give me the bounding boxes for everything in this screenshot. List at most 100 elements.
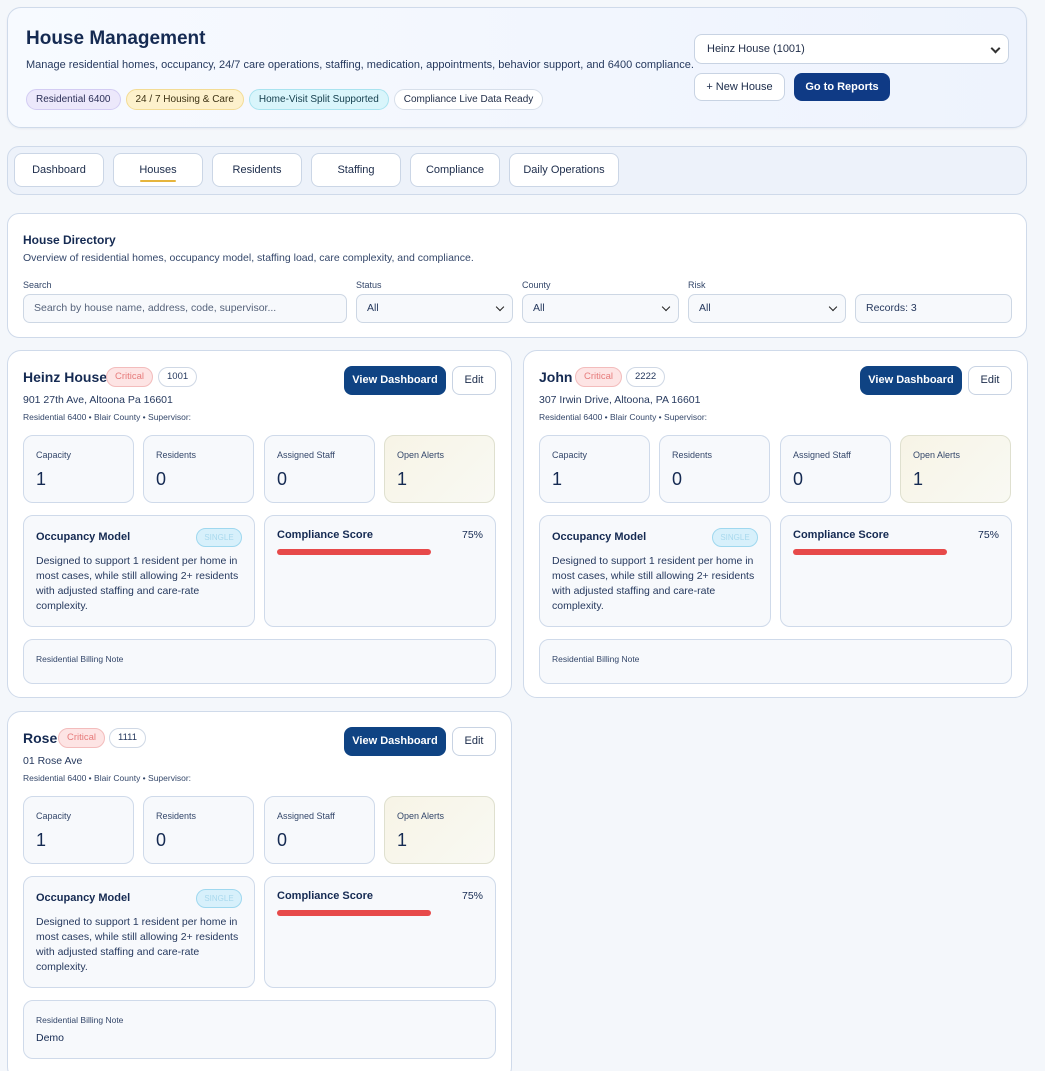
compliance-title: Compliance Score	[277, 529, 373, 541]
stat-value: 0	[793, 469, 804, 489]
directory-subtitle: Overview of residential homes, occupancy…	[23, 252, 474, 264]
status-value: All	[367, 302, 379, 314]
county-select[interactable]: All	[522, 294, 679, 323]
compliance-score-panel: Compliance Score 75%	[780, 515, 1012, 627]
tab-bar: Dashboard Houses Residents Staffing Comp…	[7, 146, 1027, 195]
billing-note-label: Residential Billing Note	[36, 654, 124, 664]
house-address: 307 Irwin Drive, Altoona, PA 16601	[539, 394, 701, 406]
stat-label: Assigned Staff	[277, 811, 335, 821]
compliance-bar	[277, 549, 431, 555]
stat-value: 0	[672, 469, 683, 489]
single-badge: SINGLE	[196, 528, 242, 547]
status-select[interactable]: All	[356, 294, 513, 323]
house-meta: Residential 6400 • Blair County • Superv…	[539, 412, 708, 422]
house-code-badge: 2222	[626, 367, 666, 387]
house-select-value: Heinz House (1001)	[707, 43, 805, 55]
stat-value: 0	[156, 830, 167, 850]
occupancy-title: Occupancy Model	[36, 892, 131, 904]
tab-residents[interactable]: Residents	[212, 153, 302, 187]
new-house-button[interactable]: + New House	[694, 73, 785, 101]
page-title: House Management	[26, 28, 206, 49]
compliance-percent: 75%	[461, 890, 483, 902]
billing-note-panel: Residential Billing Note	[23, 639, 496, 684]
stat-label: Capacity	[36, 450, 72, 460]
billing-note-panel: Residential Billing Note Demo	[23, 1000, 496, 1059]
stat-label: Residents	[156, 811, 197, 821]
chip-compliance-live: Compliance Live Data Ready	[393, 89, 544, 110]
tab-daily-operations[interactable]: Daily Operations	[509, 153, 619, 187]
capacity-stat: Capacity 1	[23, 435, 134, 503]
open-alerts-stat: Open Alerts 1	[900, 435, 1011, 503]
tab-dashboard[interactable]: Dashboard	[14, 153, 104, 187]
billing-note-value: Demo	[36, 1032, 65, 1044]
occupancy-description: Designed to support 1 resident per home …	[36, 555, 239, 612]
chevron-down-icon	[828, 302, 838, 312]
risk-label: Risk	[688, 280, 706, 290]
open-alerts-stat: Open Alerts 1	[384, 435, 495, 503]
stat-label: Open Alerts	[397, 450, 445, 460]
occupancy-model-panel: Occupancy Model SINGLE Designed to suppo…	[539, 515, 771, 627]
county-value: All	[533, 302, 545, 314]
chevron-down-icon	[495, 302, 505, 312]
tab-staffing[interactable]: Staffing	[311, 153, 401, 187]
risk-select[interactable]: All	[688, 294, 846, 323]
view-dashboard-button[interactable]: View Dashboard	[344, 727, 446, 756]
stat-value: 1	[36, 469, 47, 489]
house-card: Rose Critical 1111 View Dashboard Edit 0…	[7, 711, 512, 1071]
stat-label: Open Alerts	[397, 811, 445, 821]
residents-stat: Residents 0	[143, 435, 254, 503]
compliance-percent: 75%	[977, 529, 999, 541]
view-dashboard-button[interactable]: View Dashboard	[344, 366, 446, 395]
search-label: Search	[23, 280, 52, 290]
risk-badge: Critical	[58, 728, 106, 748]
status-label: Status	[356, 280, 382, 290]
stat-value: 1	[36, 830, 47, 850]
stat-label: Capacity	[552, 450, 588, 460]
county-label: County	[522, 280, 551, 290]
records-count: Records: 3	[855, 294, 1012, 323]
occupancy-model-panel: Occupancy Model SINGLE Designed to suppo…	[23, 876, 255, 988]
stat-value: 1	[552, 469, 563, 489]
go-to-reports-button[interactable]: Go to Reports	[794, 73, 890, 101]
house-meta: Residential 6400 • Blair County • Superv…	[23, 773, 192, 783]
compliance-bar	[277, 910, 431, 916]
residents-stat: Residents 0	[143, 796, 254, 864]
occupancy-title: Occupancy Model	[552, 531, 647, 543]
house-code-badge: 1111	[109, 728, 147, 748]
chip-home-visit: Home-Visit Split Supported	[248, 89, 389, 110]
stat-label: Residents	[156, 450, 197, 460]
house-name: Rose	[23, 730, 58, 746]
house-address: 901 27th Ave, Altoona Pa 16601	[23, 394, 173, 406]
compliance-score-panel: Compliance Score 75%	[264, 515, 496, 627]
tab-compliance[interactable]: Compliance	[410, 153, 500, 187]
residents-stat: Residents 0	[659, 435, 770, 503]
occupancy-description: Designed to support 1 resident per home …	[36, 916, 239, 973]
edit-button[interactable]: Edit	[968, 366, 1012, 395]
occupancy-title: Occupancy Model	[36, 531, 131, 543]
billing-note-label: Residential Billing Note	[36, 1015, 124, 1025]
house-select[interactable]: Heinz House (1001)	[694, 34, 1009, 64]
chip-residential-6400: Residential 6400	[26, 89, 121, 110]
stat-value: 0	[277, 469, 288, 489]
single-badge: SINGLE	[712, 528, 758, 547]
stat-label: Residents	[672, 450, 713, 460]
tab-houses[interactable]: Houses	[113, 153, 203, 187]
stat-value: 0	[277, 830, 288, 850]
stat-value: 1	[397, 830, 408, 850]
edit-button[interactable]: Edit	[452, 366, 496, 395]
compliance-percent: 75%	[461, 529, 483, 541]
search-input[interactable]: Search by house name, address, code, sup…	[23, 294, 347, 323]
stat-value: 0	[156, 469, 167, 489]
house-card: John Critical 2222 View Dashboard Edit 3…	[523, 350, 1028, 698]
risk-value: All	[699, 302, 711, 314]
house-name: John	[539, 369, 573, 385]
occupancy-model-panel: Occupancy Model SINGLE Designed to suppo…	[23, 515, 255, 627]
house-code-badge: 1001	[158, 367, 198, 387]
page-header: House Management Manage residential home…	[7, 7, 1027, 128]
stat-value: 1	[397, 469, 408, 489]
edit-button[interactable]: Edit	[452, 727, 496, 756]
view-dashboard-button[interactable]: View Dashboard	[860, 366, 962, 395]
house-address: 01 Rose Ave	[23, 755, 83, 767]
compliance-bar	[793, 549, 947, 555]
compliance-title: Compliance Score	[793, 529, 889, 541]
